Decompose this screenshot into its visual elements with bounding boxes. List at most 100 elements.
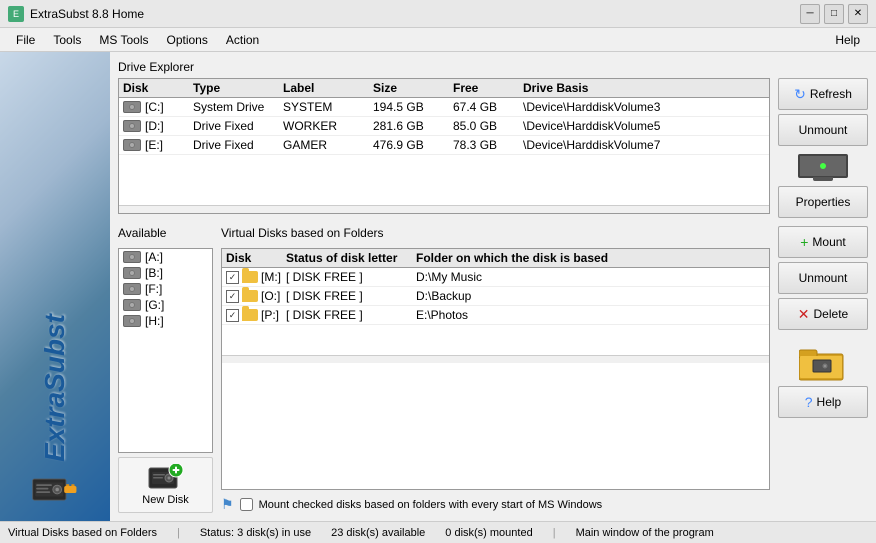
app-icon: E <box>8 6 24 22</box>
checkbox-o[interactable] <box>226 290 239 303</box>
table-row[interactable]: [C:] System Drive SYSTEM 194.5 GB 67.4 G… <box>119 98 769 117</box>
flag-icon: ⚑ <box>221 496 234 513</box>
menu-mstools[interactable]: MS Tools <box>91 31 156 49</box>
drive-c-cell: [C:] <box>123 100 193 114</box>
menu-bar: File Tools MS Tools Options Action Help <box>0 28 876 52</box>
vdisk-row-m: [M:] <box>226 270 286 284</box>
hdd-icon <box>123 299 141 311</box>
menu-help[interactable]: Help <box>827 31 868 49</box>
table-row[interactable]: [D:] Drive Fixed WORKER 281.6 GB 85.0 GB… <box>119 117 769 136</box>
table-row[interactable]: [E:] Drive Fixed GAMER 476.9 GB 78.3 GB … <box>119 136 769 155</box>
list-item[interactable]: [H:] <box>119 313 212 329</box>
vdisk-table: Disk Status of disk letter Folder on whi… <box>221 248 770 490</box>
new-disk-icon <box>148 464 184 492</box>
available-list: [A:] [B:] [F:] [G:] <box>118 248 213 453</box>
status-separator2: | <box>553 527 556 539</box>
folder-svg <box>799 346 847 382</box>
virtual-title: Virtual Disks based on Folders <box>221 226 770 240</box>
explorer-header: Disk Type Label Size Free Drive Basis <box>119 79 769 98</box>
table-row[interactable]: [O:] [ DISK FREE ] D:\Backup <box>222 287 769 306</box>
menu-file[interactable]: File <box>8 31 43 49</box>
drive-e-cell: [E:] <box>123 138 193 152</box>
new-disk-button[interactable]: New Disk <box>118 457 213 513</box>
checkbox-m[interactable] <box>226 271 239 284</box>
window-title: ExtraSubst 8.8 Home <box>30 7 144 21</box>
checkbox-p[interactable] <box>226 309 239 322</box>
help-icon: ? <box>805 394 813 410</box>
top-buttons-panel: ↻ Refresh Unmount Properties <box>778 78 868 218</box>
vdisk-row-o: [O:] <box>226 289 286 303</box>
title-bar: E ExtraSubst 8.8 Home ─ □ ✕ <box>0 0 876 28</box>
drive-explorer-section: Drive Explorer Disk Type Label Size Free… <box>118 60 868 218</box>
hdd-icon <box>123 120 141 132</box>
mounted-count: 0 disk(s) mounted <box>445 527 532 539</box>
col-free: Free <box>453 81 523 95</box>
help-button[interactable]: ? Help <box>778 386 868 418</box>
minimize-button[interactable]: ─ <box>800 4 820 24</box>
main-description: Main window of the program <box>576 527 714 539</box>
refresh-icon: ↻ <box>794 86 806 103</box>
status-separator: | <box>177 527 180 539</box>
sidebar: ExtraSubst <box>0 52 110 521</box>
available-panel: Available [A:] [B:] [F:] <box>118 226 213 513</box>
right-content: Drive Explorer Disk Type Label Size Free… <box>110 52 876 521</box>
hdd-icon <box>123 139 141 151</box>
delete-x-icon: ✕ <box>798 306 810 323</box>
table-row[interactable]: [P:] [ DISK FREE ] E:\Photos <box>222 306 769 325</box>
sidebar-label: Virtual Disks based on Folders <box>8 527 157 539</box>
monitor-icon <box>798 154 848 178</box>
col-type: Type <box>193 81 283 95</box>
menu-tools[interactable]: Tools <box>45 31 89 49</box>
bottom-buttons-panel: + Mount Unmount ✕ Delete <box>778 226 868 513</box>
col-basis: Drive Basis <box>523 81 765 95</box>
hdd-icon <box>123 315 141 327</box>
monitor-light <box>820 163 826 169</box>
folder-icon <box>242 309 258 321</box>
menu-items: File Tools MS Tools Options Action <box>8 31 267 49</box>
explorer-scrollbar[interactable] <box>119 205 769 213</box>
folder-large-icon <box>778 346 868 382</box>
available-title: Available <box>118 226 213 240</box>
monitor-icon-container <box>778 150 868 182</box>
list-item[interactable]: [F:] <box>119 281 212 297</box>
table-row[interactable]: [M:] [ DISK FREE ] D:\My Music <box>222 268 769 287</box>
vdisk-header: Disk Status of disk letter Folder on whi… <box>222 249 769 268</box>
vdisk-row-p: [P:] <box>226 308 286 322</box>
available-count: 23 disk(s) available <box>331 527 425 539</box>
vdisk-scrollbar[interactable] <box>222 355 769 363</box>
auto-mount-checkbox[interactable] <box>240 498 253 511</box>
window-controls: ─ □ ✕ <box>800 4 868 24</box>
drive-d-cell: [D:] <box>123 119 193 133</box>
col-label: Label <box>283 81 373 95</box>
mount-button[interactable]: + Mount <box>778 226 868 258</box>
virtual-panel: Virtual Disks based on Folders Disk Stat… <box>221 226 770 513</box>
col-size: Size <box>373 81 453 95</box>
col-disk: Disk <box>123 81 193 95</box>
drive-explorer-table: Disk Type Label Size Free Drive Basis [C… <box>118 78 770 214</box>
maximize-button[interactable]: □ <box>824 4 844 24</box>
sidebar-brand: ExtraSubst <box>39 314 71 462</box>
hdd-icon <box>123 251 141 263</box>
sidebar-disk-icon <box>30 472 80 507</box>
bottom-section: Available [A:] [B:] [F:] <box>118 226 868 513</box>
list-item[interactable]: [A:] <box>119 249 212 265</box>
list-item[interactable]: [B:] <box>119 265 212 281</box>
status-bar: Virtual Disks based on Folders | Status:… <box>0 521 876 543</box>
folder-icon <box>242 271 258 283</box>
close-button[interactable]: ✕ <box>848 4 868 24</box>
properties-button[interactable]: Properties <box>778 186 868 218</box>
hdd-icon <box>123 101 141 113</box>
hdd-icon <box>123 267 141 279</box>
plus-icon: + <box>800 234 808 250</box>
menu-options[interactable]: Options <box>159 31 216 49</box>
refresh-button[interactable]: ↻ Refresh <box>778 78 868 110</box>
menu-action[interactable]: Action <box>218 31 267 49</box>
vdisk-unmount-button[interactable]: Unmount <box>778 262 868 294</box>
list-item[interactable]: [G:] <box>119 297 212 313</box>
hdd-icon <box>123 283 141 295</box>
mount-checkbox-area: ⚑ Mount checked disks based on folders w… <box>221 496 770 513</box>
drive-explorer-unmount-button[interactable]: Unmount <box>778 114 868 146</box>
status-text: Status: 3 disk(s) in use <box>200 527 311 539</box>
delete-button[interactable]: ✕ Delete <box>778 298 868 330</box>
drive-explorer-title: Drive Explorer <box>118 60 868 74</box>
